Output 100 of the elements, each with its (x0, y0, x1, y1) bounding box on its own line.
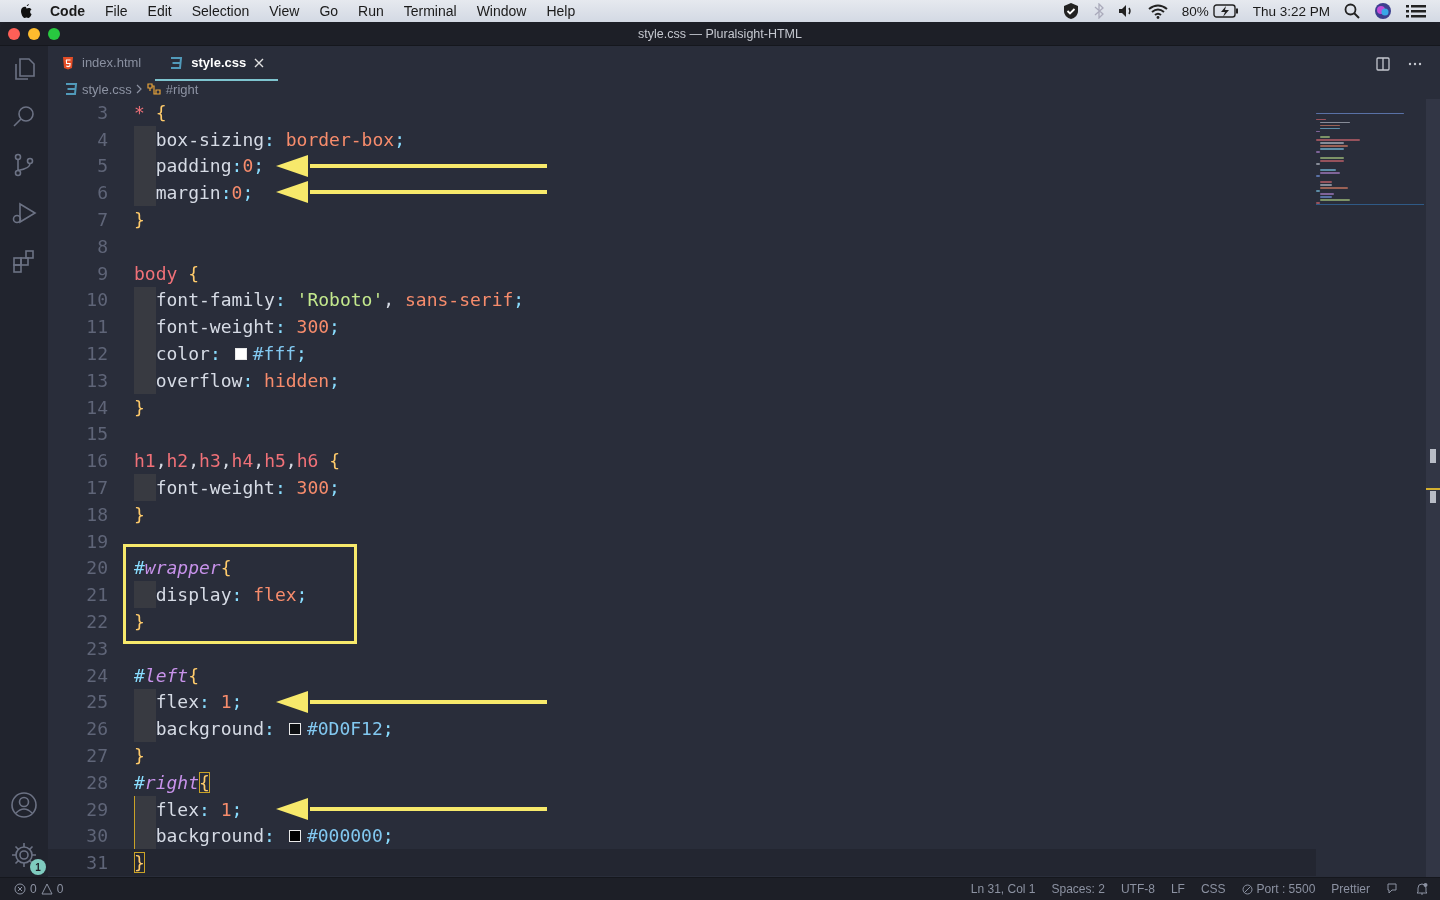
close-icon[interactable] (254, 57, 265, 68)
apple-icon[interactable] (18, 2, 34, 20)
code-line: } (134, 611, 145, 633)
line-number: 15 (85, 423, 108, 445)
menu-item[interactable]: Run (348, 3, 394, 19)
account-icon[interactable] (10, 791, 38, 819)
code-line: } (134, 503, 145, 525)
clock[interactable]: Thu 3:22 PM (1252, 3, 1330, 19)
menu-item[interactable]: Edit (137, 3, 182, 19)
line-number: 8 (96, 235, 108, 257)
code-line: #left{ (134, 664, 200, 686)
encoding[interactable]: UTF-8 (1120, 882, 1155, 896)
chevron-right-icon (135, 84, 142, 94)
orb-icon[interactable] (1374, 2, 1392, 20)
line-number: 11 (85, 316, 108, 338)
code-line: color: (155, 343, 221, 365)
menu-item[interactable]: File (95, 3, 138, 19)
menu-item[interactable]: Terminal (393, 3, 467, 19)
bell-icon[interactable] (1416, 882, 1428, 896)
search-icon[interactable] (1344, 3, 1360, 19)
blocked-icon[interactable] (1241, 883, 1253, 895)
code-line: #000000; (306, 825, 394, 847)
code-line: background: (155, 825, 275, 847)
code-line: #0D0F12; (306, 718, 394, 740)
line-ending[interactable]: LF (1170, 882, 1185, 896)
line-number: 23 (85, 637, 108, 659)
code-line: margin:0; (155, 182, 254, 204)
line-number: 18 (85, 503, 108, 525)
warning-count[interactable]: 0 (56, 882, 64, 896)
breadcrumb-item[interactable]: #right (165, 81, 199, 97)
code-line: #fff; (252, 343, 307, 365)
line-number: 22 (85, 611, 108, 633)
minimize-button[interactable] (28, 27, 40, 40)
menu-item[interactable]: View (259, 3, 310, 19)
error-count[interactable]: 0 (30, 882, 37, 896)
menu-item[interactable]: Help (536, 3, 586, 19)
scrollbar[interactable] (1426, 99, 1440, 877)
code-line: flex: 1; (155, 691, 243, 713)
feedback-icon[interactable] (1386, 882, 1400, 896)
split-editor-icon[interactable] (1376, 56, 1390, 71)
code-line: flex: 1; (155, 798, 243, 820)
code-line: font-family: 'Roboto', sans-serif; (155, 289, 525, 311)
extensions-icon[interactable] (11, 248, 37, 274)
run-debug-icon[interactable] (11, 200, 37, 226)
code-line: background: (155, 718, 275, 740)
line-number: 21 (85, 584, 108, 606)
indentation[interactable]: Spaces: 2 (1051, 882, 1105, 896)
line-number: 27 (85, 745, 108, 766)
menu-item[interactable]: Code (40, 3, 95, 19)
close-button[interactable] (8, 27, 20, 40)
formatter[interactable]: Prettier (1331, 882, 1370, 896)
battery-percent: 80% (1181, 3, 1209, 19)
settings-icon[interactable] (10, 841, 38, 869)
line-number: 14 (85, 396, 108, 418)
line-number: 31 (85, 852, 108, 874)
breadcrumb-item[interactable]: style.css (82, 81, 132, 97)
shield-check-icon[interactable] (1061, 2, 1080, 20)
more-icon[interactable] (1408, 61, 1422, 66)
code-line: } (134, 396, 145, 418)
list-icon[interactable] (1406, 3, 1426, 19)
code-line: font-weight: 300; (155, 316, 340, 338)
line-number: 16 (85, 450, 108, 472)
symbol-icon (145, 82, 162, 96)
code-line: box-sizing: border-box; (155, 128, 405, 150)
zoom-button[interactable] (48, 27, 60, 40)
line-number: 6 (96, 182, 108, 204)
line-number: 25 (85, 691, 108, 713)
line-number: 24 (85, 664, 108, 686)
line-number: 20 (85, 557, 108, 579)
battery-charging-icon[interactable] (1212, 4, 1239, 18)
line-number: 9 (96, 262, 108, 284)
menu-item[interactable]: Window (466, 3, 537, 19)
language-mode[interactable]: CSS (1200, 882, 1226, 896)
code-line: #wrapper{ (134, 557, 232, 579)
line-number: 29 (85, 798, 108, 820)
menu-item[interactable]: Go (309, 3, 349, 19)
wifi-icon[interactable] (1147, 3, 1168, 19)
code-line: } (134, 209, 145, 231)
volume-icon[interactable] (1117, 4, 1134, 18)
line-number: 26 (85, 718, 108, 740)
line-number: 4 (96, 128, 108, 150)
menu-item[interactable]: Selection (181, 3, 260, 19)
editor-tab[interactable]: style.css (155, 46, 279, 81)
code-line: #right{ (134, 771, 210, 793)
line-number: 7 (96, 209, 108, 231)
editor-tab[interactable]: index.html (48, 46, 156, 81)
css-file-icon (64, 82, 78, 96)
line-number: 30 (85, 825, 108, 847)
warning-icon[interactable] (40, 883, 53, 895)
code-line: padding:0; (155, 155, 265, 177)
code-line: h1,h2,h3,h4,h5,h6 { (134, 450, 341, 472)
error-icon[interactable] (14, 883, 26, 895)
css-file-icon (169, 55, 184, 70)
code-line: * { (134, 101, 167, 123)
code-line: overflow: hidden; (155, 369, 340, 391)
html-file-icon (62, 55, 74, 70)
line-number: 19 (85, 530, 108, 552)
cursor-position[interactable]: Ln 31, Col 1 (970, 882, 1036, 896)
live-server-port[interactable]: Port : 5500 (1256, 882, 1316, 896)
code-line: } (134, 745, 145, 766)
